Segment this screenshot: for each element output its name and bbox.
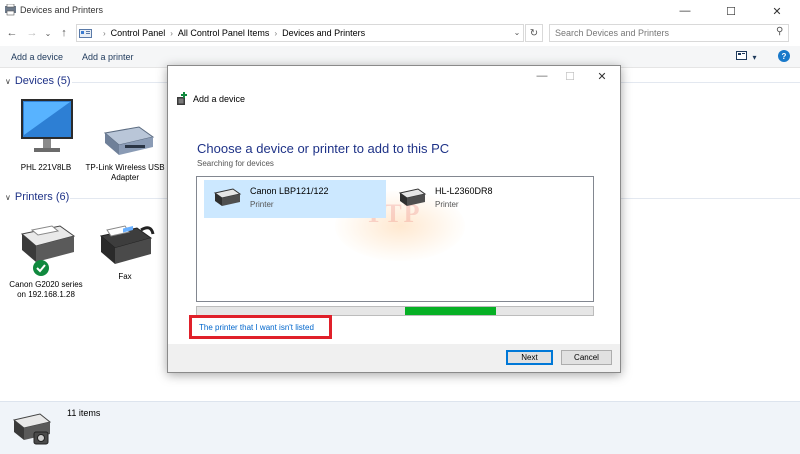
search-icon[interactable]: ⚲ (776, 26, 783, 37)
address-dropdown-button[interactable]: ⌄ (511, 24, 523, 40)
devices-section-title: Devices (5) (14, 75, 71, 87)
devices-printers-app-icon (5, 4, 16, 16)
device-list-item[interactable]: HL-L2360DR8 Printer (389, 180, 571, 218)
add-printer-button[interactable]: Add a printer (82, 52, 134, 62)
breadcrumb-devices-printers[interactable]: Devices and Printers (282, 28, 365, 38)
printer-icon (213, 188, 242, 206)
maximize-button[interactable]: ☐ (708, 0, 754, 22)
printers-section-header[interactable]: ∨ Printers (6) (5, 191, 69, 203)
printer-not-listed-link[interactable]: The printer that I want isn't listed (199, 323, 314, 332)
device-item[interactable]: TP-Link Wireless USB Adapter (85, 123, 165, 183)
chevron-down-icon: ▾ (752, 53, 757, 62)
forward-button[interactable]: → (24, 25, 40, 41)
device-label: TP-Link Wireless USB Adapter (85, 163, 165, 182)
dialog-heading: Choose a device or printer to add to thi… (197, 141, 450, 156)
devices-printers-large-icon (12, 413, 52, 445)
monitor-icon (21, 99, 73, 152)
search-input[interactable] (549, 24, 789, 42)
next-button[interactable]: Next (506, 350, 553, 365)
add-device-dialog: — ☐ ✕ Add a device Choose a device or pr… (167, 65, 621, 373)
add-device-button[interactable]: Add a device (11, 52, 63, 62)
cancel-button[interactable]: Cancel (561, 350, 612, 365)
fax-icon (99, 225, 155, 264)
add-device-icon (177, 92, 187, 105)
window-title-bar: Devices and Printers — ☐ ✕ (0, 0, 800, 22)
status-bar: 11 items (0, 401, 800, 454)
help-button[interactable]: ? (778, 50, 790, 62)
collapse-chevron-icon: ∨ (5, 193, 11, 202)
printer-label: Canon G2020 series on 192.168.1.28 (9, 280, 83, 299)
default-printer-check-icon (33, 260, 49, 276)
close-button[interactable]: ✕ (754, 0, 800, 22)
printer-item[interactable]: Fax (85, 222, 165, 282)
usb-adapter-icon (103, 126, 155, 155)
device-list[interactable]: TTP Canon LBP121/122 Printer HL-L2360DR8… (196, 176, 594, 302)
dialog-minimize-button[interactable]: — (528, 68, 556, 84)
refresh-button[interactable]: ↻ (525, 24, 543, 42)
view-icon (736, 51, 747, 60)
address-row: ← → ⌄ ↑ › Control Panel › All Control Pa… (0, 23, 800, 43)
dialog-footer: Next Cancel (168, 344, 620, 372)
dialog-maximize-button[interactable]: ☐ (556, 68, 584, 84)
recent-locations-button[interactable]: ⌄ (40, 25, 56, 41)
device-list-item[interactable]: Canon LBP121/122 Printer (204, 180, 386, 218)
device-label: PHL 221V8LB (20, 163, 72, 172)
window-title: Devices and Printers (20, 5, 104, 15)
breadcrumb-control-panel[interactable]: Control Panel (111, 28, 166, 38)
control-panel-icon (79, 28, 92, 38)
dialog-title-area: Add a device (176, 92, 245, 106)
printers-section-title: Printers (6) (14, 191, 70, 203)
breadcrumb-separator: › (170, 28, 173, 38)
device-type: Printer (435, 200, 459, 209)
printer-label: Fax (118, 272, 132, 281)
up-button[interactable]: ↑ (56, 25, 72, 41)
printer-not-listed-link-highlight[interactable]: The printer that I want isn't listed (189, 315, 332, 339)
change-view-button[interactable]: ▾ (736, 51, 758, 63)
dialog-title: Add a device (193, 94, 246, 104)
breadcrumb-separator: › (274, 28, 278, 38)
breadcrumb-all-items[interactable]: All Control Panel Items (178, 28, 270, 38)
device-name: HL-L2360DR8 (435, 186, 493, 196)
progress-fill (405, 307, 496, 315)
device-name: Canon LBP121/122 (250, 186, 329, 196)
printer-icon (398, 188, 427, 206)
search-status: Searching for devices (197, 159, 274, 168)
device-item[interactable]: PHL 221V8LB (6, 97, 86, 173)
minimize-button[interactable]: — (662, 0, 708, 22)
devices-section-header[interactable]: ∨ Devices (5) (5, 75, 70, 87)
collapse-chevron-icon: ∨ (5, 77, 11, 86)
item-count: 11 items (67, 408, 101, 418)
printer-item[interactable]: Canon G2020 series on 192.168.1.28 (6, 220, 86, 300)
dialog-close-button[interactable]: ✕ (588, 68, 616, 84)
address-bar[interactable]: › Control Panel › All Control Panel Item… (76, 24, 524, 42)
printer-icon-wrapper (14, 220, 78, 278)
back-button[interactable]: ← (4, 25, 20, 41)
breadcrumb-separator: › (103, 28, 106, 38)
device-type: Printer (250, 200, 274, 209)
